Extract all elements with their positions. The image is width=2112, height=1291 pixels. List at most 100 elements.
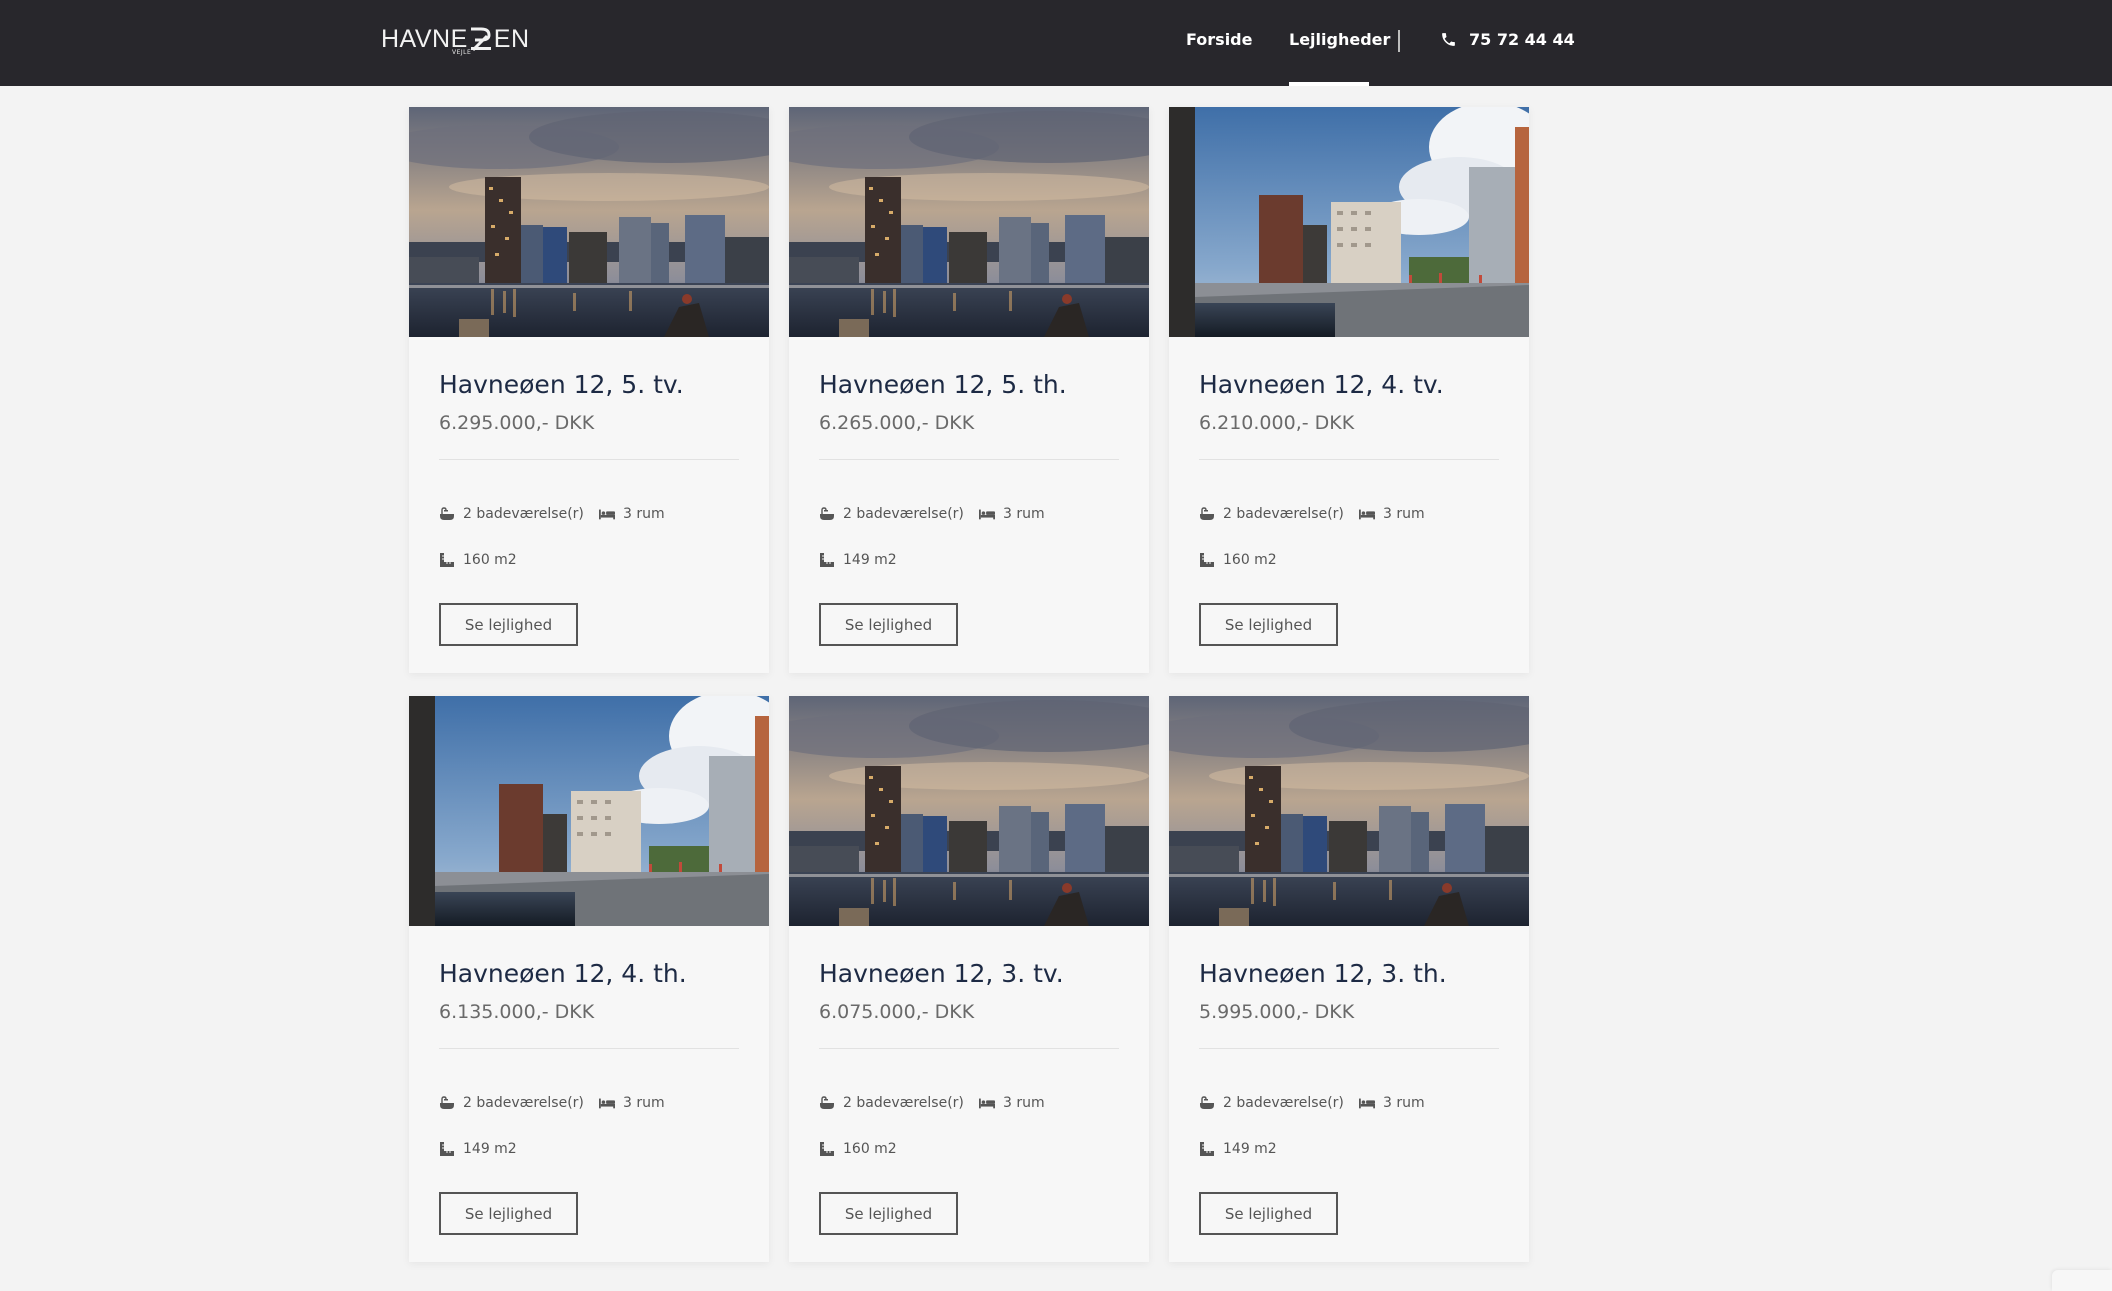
bed-icon [599,509,615,520]
listing-area: 149 m2 [819,551,897,569]
bathtub-icon [1200,507,1214,520]
listing-price: 6.210.000,- DKK [1199,412,1355,434]
bed-icon [599,1098,615,1109]
see-apartment-button[interactable]: Se lejlighed [439,603,578,646]
listing-title[interactable]: Havneøen 12, 5. tv. [439,369,684,401]
listing-price: 5.995.000,- DKK [1199,1001,1355,1023]
listing-price: 6.075.000,- DKK [819,1001,975,1023]
bathtub-icon [820,507,834,520]
phone-number: 75 72 44 44 [1469,30,1575,49]
ruler-icon [1200,1142,1214,1156]
area-label: 160 m2 [843,1141,897,1157]
bathtub-icon [820,1096,834,1109]
listing-card[interactable]: Havneøen 12, 5. th. 6.265.000,- DKK 2 ba… [789,107,1149,673]
listing-rooms: 3 rum [979,1094,1045,1112]
bathtub-icon [440,507,454,520]
listing-card[interactable]: Havneøen 12, 4. th. 6.135.000,- DKK 2 ba… [409,696,769,1262]
listing-area: 149 m2 [439,1140,517,1158]
listing-baths: 2 badeværelse(r) [439,505,584,523]
listing-card[interactable]: Havneøen 12, 4. tv. 6.210.000,- DKK 2 ba… [1169,107,1529,673]
phone-icon [1442,33,1455,46]
listing-baths: 2 badeværelse(r) [1199,505,1344,523]
rooms-label: 3 rum [623,1095,665,1111]
listing-price: 6.265.000,- DKK [819,412,975,434]
see-apartment-button[interactable]: Se lejlighed [1199,603,1338,646]
nav-divider [1398,30,1400,52]
listing-image[interactable] [1169,696,1529,926]
area-label: 160 m2 [1223,552,1277,568]
nav-forside[interactable]: Forside [1186,30,1252,50]
rooms-label: 3 rum [1003,1095,1045,1111]
ruler-icon [440,553,454,567]
listing-image[interactable] [409,107,769,337]
area-label: 149 m2 [843,552,897,568]
chat-widget-corner[interactable] [2052,1270,2112,1291]
listing-price: 6.135.000,- DKK [439,1001,595,1023]
phone-link[interactable]: 75 72 44 44 [1440,30,1575,49]
listing-baths: 2 badeværelse(r) [819,1094,964,1112]
listing-title[interactable]: Havneøen 12, 5. th. [819,369,1067,401]
logo-subtitle: VEJLE [452,49,472,56]
listing-area: 149 m2 [1199,1140,1277,1158]
ruler-icon [1200,553,1214,567]
see-apartment-button[interactable]: Se lejlighed [1199,1192,1338,1235]
listing-image[interactable] [1169,107,1529,337]
listing-rooms: 3 rum [979,505,1045,523]
listing-title[interactable]: Havneøen 12, 4. th. [439,958,687,990]
listing-area: 160 m2 [439,551,517,569]
ruler-icon [820,1142,834,1156]
listing-area: 160 m2 [1199,551,1277,569]
listing-card[interactable]: Havneøen 12, 5. tv. 6.295.000,- DKK 2 ba… [409,107,769,673]
listing-baths: 2 badeværelse(r) [1199,1094,1344,1112]
rooms-label: 3 rum [1383,1095,1425,1111]
rooms-label: 3 rum [623,506,665,522]
ruler-icon [440,1142,454,1156]
area-label: 160 m2 [463,552,517,568]
logo-mark-icon [469,26,493,52]
baths-label: 2 badeværelse(r) [463,1095,584,1111]
rooms-label: 3 rum [1003,506,1045,522]
logo-text-right: EN [493,25,530,53]
card-divider [1199,459,1499,460]
area-label: 149 m2 [463,1141,517,1157]
bathtub-icon [1200,1096,1214,1109]
listing-rooms: 3 rum [1359,1094,1425,1112]
bathtub-icon [440,1096,454,1109]
nav-active-indicator [1289,82,1369,86]
nav-lejligheder[interactable]: Lejligheder [1289,30,1390,50]
baths-label: 2 badeværelse(r) [463,506,584,522]
listing-rooms: 3 rum [1359,505,1425,523]
see-apartment-button[interactable]: Se lejlighed [439,1192,578,1235]
partial-listing-image [1169,1284,1529,1291]
listing-image[interactable] [789,107,1149,337]
listing-rooms: 3 rum [599,1094,665,1112]
listing-title[interactable]: Havneøen 12, 4. tv. [1199,369,1444,401]
card-divider [1199,1048,1499,1049]
site-logo[interactable]: HAVNE EN VEJLE [381,24,530,58]
bed-icon [979,1098,995,1109]
area-label: 149 m2 [1223,1141,1277,1157]
listing-price: 6.295.000,- DKK [439,412,595,434]
ruler-icon [820,553,834,567]
listing-card[interactable]: Havneøen 12, 3. tv. 6.075.000,- DKK 2 ba… [789,696,1149,1262]
listing-image[interactable] [409,696,769,926]
see-apartment-button[interactable]: Se lejlighed [819,603,958,646]
listing-card[interactable]: Havneøen 12, 3. th. 5.995.000,- DKK 2 ba… [1169,696,1529,1262]
bed-icon [1359,509,1375,520]
card-divider [439,459,739,460]
see-apartment-button[interactable]: Se lejlighed [819,1192,958,1235]
baths-label: 2 badeværelse(r) [843,1095,964,1111]
listing-image[interactable] [789,696,1149,926]
listing-area: 160 m2 [819,1140,897,1158]
site-header: HAVNE EN VEJLE Forside Lejligheder 75 72… [0,0,2112,86]
listing-baths: 2 badeværelse(r) [439,1094,584,1112]
rooms-label: 3 rum [1383,506,1425,522]
baths-label: 2 badeværelse(r) [1223,1095,1344,1111]
partial-listing-image [789,1284,1149,1291]
card-divider [439,1048,739,1049]
card-divider [819,459,1119,460]
bed-icon [979,509,995,520]
listing-title[interactable]: Havneøen 12, 3. tv. [819,958,1064,990]
listing-rooms: 3 rum [599,505,665,523]
listing-title[interactable]: Havneøen 12, 3. th. [1199,958,1447,990]
